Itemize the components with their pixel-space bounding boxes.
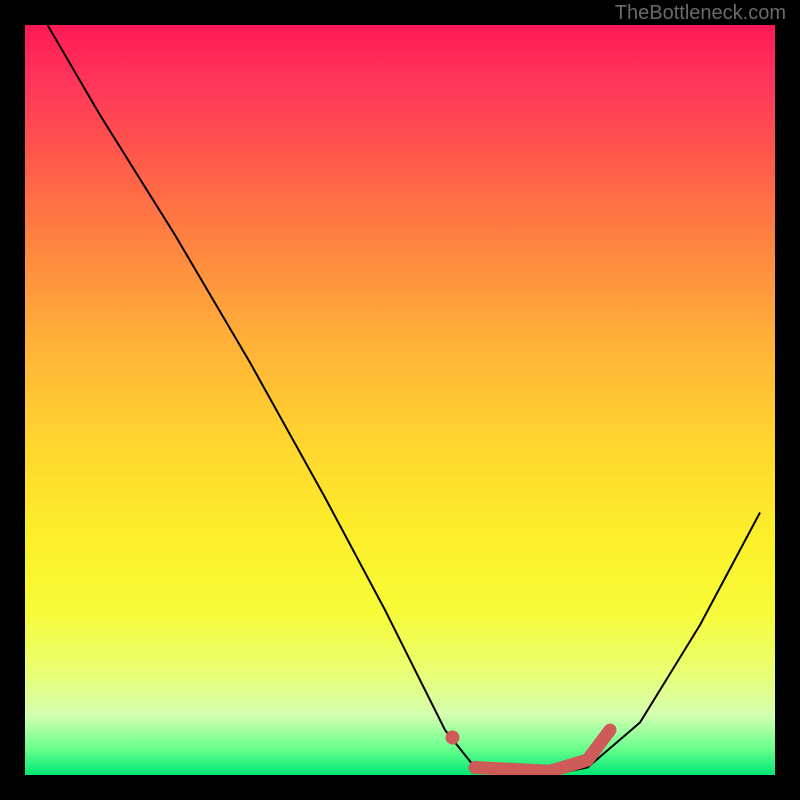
watermark-text: TheBottleneck.com	[615, 2, 786, 25]
highlight-segment	[475, 730, 610, 771]
highlight-dot	[446, 731, 460, 745]
chart-canvas: TheBottleneck.com	[0, 0, 800, 800]
bottleneck-curve	[48, 25, 761, 775]
chart-svg	[25, 25, 775, 775]
